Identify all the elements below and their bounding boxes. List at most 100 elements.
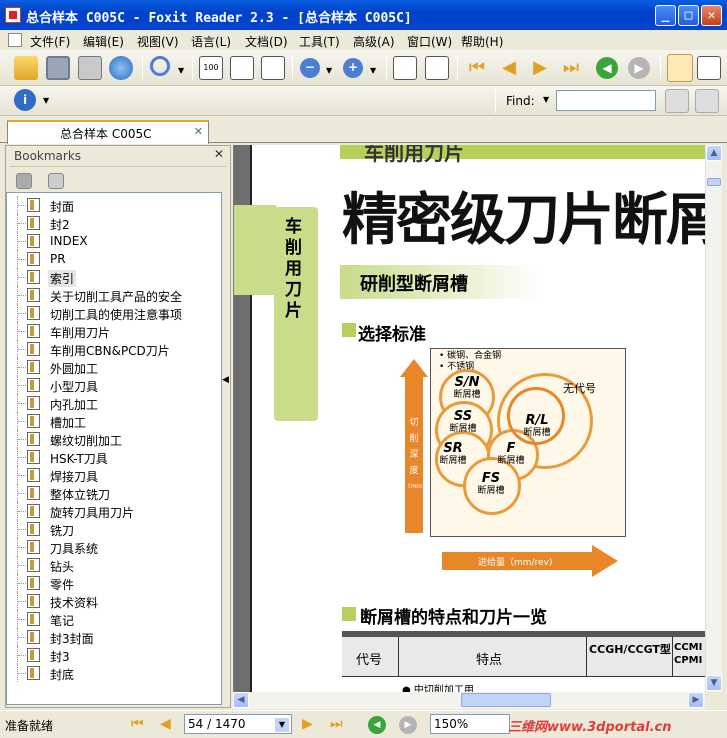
bookmark-item[interactable]: 关于切削工具产品的安全 (7, 286, 221, 304)
menu-file[interactable]: 文件(F) (30, 33, 70, 50)
horizontal-scroll-thumb[interactable] (461, 693, 551, 707)
bookmark-item[interactable]: 封2 (7, 214, 221, 232)
forward-icon[interactable]: ▶ (628, 57, 650, 79)
menu-language[interactable]: 语言(L) (191, 33, 231, 50)
fit-width-icon[interactable] (261, 56, 285, 80)
zoom-in-tool-icon[interactable] (150, 56, 170, 76)
status-first-page-icon[interactable]: ⏮ (131, 716, 144, 732)
back-icon[interactable]: ◀ (596, 57, 618, 79)
bookmark-item[interactable]: INDEX (7, 232, 221, 250)
bookmark-item[interactable]: 铣刀 (7, 520, 221, 538)
close-button[interactable]: ✕ (701, 5, 722, 26)
print-icon[interactable] (78, 56, 102, 80)
status-last-page-icon[interactable]: ⏭ (330, 716, 343, 732)
menu-view[interactable]: 视图(V) (137, 33, 179, 50)
status-back-icon[interactable]: ◀ (368, 716, 386, 734)
bookmark-item[interactable]: 笔记 (7, 610, 221, 628)
bookmark-item[interactable]: 封3封面 (7, 628, 221, 646)
vertical-scroll-thumb[interactable] (707, 178, 721, 186)
find-next-icon[interactable] (695, 89, 719, 113)
y-axis-char: 削 (409, 434, 419, 444)
header-strip-text: 车削用刀片 (364, 145, 464, 165)
rotate-right-icon[interactable] (425, 56, 449, 80)
page-number-field[interactable]: 54 / 1470 ▼ (184, 714, 292, 734)
bookmark-item[interactable]: 技术资料 (7, 592, 221, 610)
delete-bookmark-icon[interactable] (16, 173, 32, 189)
next-page-icon[interactable]: ▶ (528, 56, 552, 80)
collapse-arrow-icon[interactable]: ◀ (222, 375, 229, 385)
foxit-app-icon[interactable] (5, 7, 21, 23)
scroll-up-icon[interactable]: ▲ (706, 145, 722, 161)
previous-page-icon[interactable]: ◀ (497, 56, 521, 80)
bookmark-page-icon (27, 270, 40, 284)
zoom-in-dropdown-icon[interactable]: ▼ (370, 66, 376, 75)
find-input[interactable] (556, 90, 656, 111)
zoom-field[interactable]: 150% (430, 714, 510, 734)
vertical-scrollbar[interactable]: ▲ ▼ (705, 145, 722, 692)
save-icon[interactable] (46, 56, 70, 80)
bookmark-item[interactable]: 整体立铣刀 (7, 484, 221, 502)
tab-close-icon[interactable]: ✕ (194, 125, 203, 138)
last-page-icon[interactable]: ⏭ (559, 56, 583, 80)
page-dropdown-icon[interactable]: ▼ (275, 718, 289, 732)
find-previous-icon[interactable] (665, 89, 689, 113)
menu-tools[interactable]: 工具(T) (299, 33, 340, 50)
bookmark-item[interactable]: 内孔加工 (7, 394, 221, 412)
minimize-button[interactable]: _ (655, 5, 676, 26)
bookmark-item[interactable]: HSK-T刀具 (7, 448, 221, 466)
zoom-out-icon[interactable]: − (300, 58, 320, 78)
scroll-right-icon[interactable]: ▶ (688, 692, 704, 708)
find-options-dropdown-icon[interactable]: ▼ (543, 95, 549, 104)
bookmark-item[interactable]: 封面 (7, 196, 221, 214)
bookmark-item[interactable]: 索引 (7, 268, 221, 287)
horizontal-scrollbar[interactable]: ◀ ▶ (233, 692, 705, 709)
section-selection-criteria: 选择标准 (358, 325, 426, 345)
info-dropdown-icon[interactable]: ▼ (43, 96, 49, 105)
bookmark-item[interactable]: 封3 (7, 646, 221, 664)
bookmark-item[interactable]: 小型刀具 (7, 376, 221, 394)
info-icon[interactable]: i (14, 89, 36, 111)
menu-document[interactable]: 文档(D) (245, 33, 288, 50)
rotate-left-icon[interactable] (393, 56, 417, 80)
open-folder-icon[interactable] (14, 56, 38, 80)
bookmark-item[interactable]: 切削工具的使用注意事项 (7, 304, 221, 322)
document-menu-icon[interactable] (8, 33, 22, 47)
bookmark-item[interactable]: 旋转刀具用刀片 (7, 502, 221, 520)
status-next-page-icon[interactable]: ▶ (302, 716, 313, 732)
first-page-icon[interactable]: ⏮ (465, 56, 489, 80)
zoom-dropdown-icon[interactable]: ▼ (178, 66, 184, 75)
bookmark-item[interactable]: 封底 (7, 664, 221, 682)
menu-help[interactable]: 帮助(H) (461, 33, 503, 50)
zoom-in-icon[interactable]: + (343, 58, 363, 78)
document-view[interactable]: 车削用刀片 车削用刀片 精密级刀片断屑 研削型断屑槽 选择标准 切 削 深 度 … (233, 145, 705, 692)
scroll-left-icon[interactable]: ◀ (233, 692, 249, 708)
continuous-view-icon[interactable] (697, 56, 721, 80)
document-tab[interactable]: 总合样本 C005C ✕ (7, 120, 209, 144)
status-forward-icon[interactable]: ▶ (399, 716, 417, 734)
maximize-button[interactable]: □ (678, 5, 699, 26)
add-bookmark-icon[interactable] (48, 173, 64, 189)
bookmark-item[interactable]: 外圆加工 (7, 358, 221, 376)
fit-page-icon[interactable] (230, 56, 254, 80)
bookmark-item[interactable]: 车削用刀片 (7, 322, 221, 340)
bookmark-item[interactable]: 刀具系统 (7, 538, 221, 556)
zoom-out-dropdown-icon[interactable]: ▼ (326, 66, 332, 75)
actual-size-icon[interactable]: 100 (199, 56, 223, 80)
bookmark-item[interactable]: 焊接刀具 (7, 466, 221, 484)
bookmark-item[interactable]: 零件 (7, 574, 221, 592)
bookmark-item[interactable]: 螺纹切削加工 (7, 430, 221, 448)
status-previous-page-icon[interactable]: ◀ (160, 716, 171, 732)
bookmark-item[interactable]: 槽加工 (7, 412, 221, 430)
bookmarks-close-icon[interactable]: ✕ (214, 147, 224, 161)
scroll-down-icon[interactable]: ▼ (706, 675, 722, 691)
panel-splitter[interactable]: ◀ (222, 345, 230, 419)
email-globe-icon[interactable] (109, 56, 133, 80)
menu-advanced[interactable]: 高级(A) (353, 33, 395, 50)
menu-window[interactable]: 窗口(W) (407, 33, 452, 50)
single-page-view-icon[interactable] (667, 54, 693, 82)
bookmark-item[interactable]: 钻头 (7, 556, 221, 574)
bookmark-item[interactable]: 车削用CBN&PCD刀片 (7, 340, 221, 358)
bookmark-item[interactable]: PR (7, 250, 221, 268)
page-number-value: 54 / 1470 (188, 717, 246, 731)
menu-edit[interactable]: 编辑(E) (83, 33, 124, 50)
